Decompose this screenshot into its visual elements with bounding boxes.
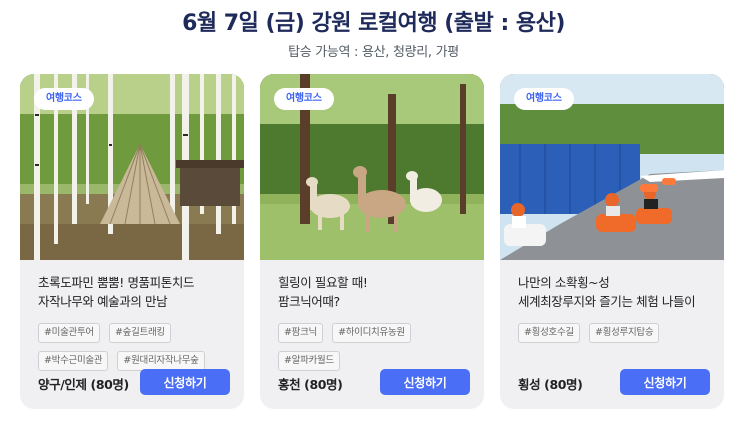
course-card-yanggu[interactable]: 여행코스 초록도파민 뿜뿜! 명품피톤치드 자작나무와 예술과의 만남 #미술관… <box>20 74 244 409</box>
course-badge: 여행코스 <box>274 88 334 110</box>
course-description: 나만의 소확횡~성 세계최장루지와 즐기는 체험 나들이 <box>518 273 716 311</box>
hashtag[interactable]: #숲길트래킹 <box>108 323 171 343</box>
description-line: 자작나무와 예술과의 만남 <box>38 294 168 309</box>
tag-list: #팜크닉 #하이디치유농원 #알파카월드 <box>278 320 474 376</box>
hashtag[interactable]: #알파카월드 <box>278 351 340 371</box>
course-badge: 여행코스 <box>34 88 94 110</box>
description-line: 초록도파민 뿜뿜! 명품피톤치드 <box>38 275 195 290</box>
course-description: 힐링이 필요할 때! 팜크닉어때? <box>278 273 476 311</box>
page-header: 6월 7일 (금) 강원 로컬여행 (출발 : 용산) 탑승 가능역 : 용산,… <box>0 0 747 60</box>
description-line: 나만의 소확횡~성 <box>518 275 610 290</box>
hashtag[interactable]: #미술관투어 <box>38 323 100 343</box>
tag-list: #미술관투어 #숲길트래킹 #박수근미술관 #원대리자작나무숲 <box>38 320 234 376</box>
region-capacity: 양구/인제 (80명) <box>38 377 129 392</box>
hashtag[interactable]: #박수근미술관 <box>38 351 109 371</box>
hashtag[interactable]: #팜크닉 <box>278 323 323 343</box>
course-card-hongcheon[interactable]: 여행코스 힐링이 필요할 때! 팜크닉어때? #팜크닉 #하이디치유농원 #알파… <box>260 74 484 409</box>
hashtag[interactable]: #횡성호수길 <box>518 323 580 343</box>
tag-list: #횡성호수길 #횡성루지탑승 <box>518 320 714 348</box>
page-title: 6월 7일 (금) 강원 로컬여행 (출발 : 용산) <box>182 11 565 36</box>
description-line: 힐링이 필요할 때! <box>278 275 368 290</box>
course-badge: 여행코스 <box>514 88 574 110</box>
hashtag[interactable]: #횡성루지탑승 <box>588 323 660 343</box>
page-subtitle: 탑승 가능역 : 용산, 청량리, 가평 <box>288 45 459 60</box>
description-line: 세계최장루지와 즐기는 체험 나들이 <box>518 294 696 309</box>
apply-button[interactable]: 신청하기 <box>380 369 470 395</box>
apply-button[interactable]: 신청하기 <box>620 369 710 395</box>
apply-button[interactable]: 신청하기 <box>140 369 230 395</box>
region-capacity: 횡성 (80명) <box>518 377 583 392</box>
region-capacity: 홍천 (80명) <box>278 377 343 392</box>
course-description: 초록도파민 뿜뿜! 명품피톤치드 자작나무와 예술과의 만남 <box>38 273 236 311</box>
description-line: 팜크닉어때? <box>278 294 340 309</box>
hashtag[interactable]: #원대리자작나무숲 <box>117 351 205 371</box>
hashtag[interactable]: #하이디치유농원 <box>332 323 411 343</box>
course-card-hoengseong[interactable]: 여행코스 나만의 소확횡~성 세계최장루지와 즐기는 체험 나들이 #횡성호수길… <box>500 74 724 409</box>
